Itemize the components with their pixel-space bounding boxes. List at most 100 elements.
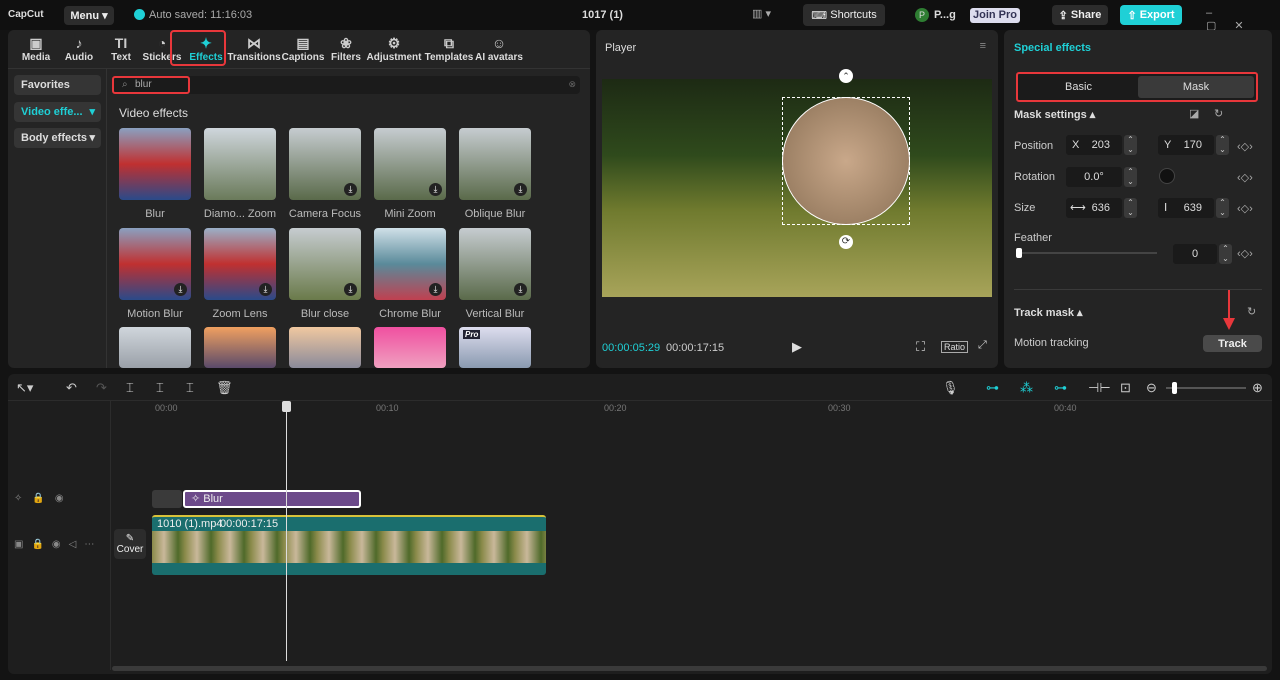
split-left-icon[interactable]: ⌶ <box>156 380 164 396</box>
effect-thumbnail[interactable]: ⤓ <box>289 128 361 200</box>
undo-icon[interactable]: ↶ <box>66 380 77 396</box>
category-favorites[interactable]: Favorites <box>14 75 101 95</box>
zoom-fit-icon[interactable]: ⊡ <box>1120 380 1131 396</box>
linkage-icon[interactable]: ⊶ <box>1054 380 1067 396</box>
rotation-field[interactable]: 0.0° <box>1066 167 1122 187</box>
tab-label: Templates <box>424 52 474 63</box>
effect-thumbnail[interactable]: ⤓ <box>459 128 531 200</box>
timeline-scrollbar[interactable] <box>112 666 1267 671</box>
playhead[interactable] <box>286 401 287 661</box>
download-icon[interactable]: ⤓ <box>259 283 272 296</box>
redo-icon[interactable]: ↷ <box>96 380 107 396</box>
effect-thumbnail[interactable] <box>374 327 446 368</box>
select-tool-icon[interactable]: ↖▾ <box>16 380 33 396</box>
reset-icon[interactable]: ↻ <box>1214 107 1223 120</box>
feather-slider[interactable] <box>1016 248 1157 258</box>
download-icon[interactable]: ⤓ <box>514 183 527 196</box>
main-track-magnet-icon[interactable]: ⊶ <box>986 380 999 396</box>
tab-basic[interactable]: Basic <box>1020 76 1137 98</box>
ratio-button[interactable]: Ratio <box>941 341 969 353</box>
clear-icon[interactable]: ⊗ <box>568 79 576 90</box>
reset-icon[interactable]: ↻ <box>1247 305 1256 318</box>
track-button[interactable]: Track <box>1203 335 1262 352</box>
category-body-effects[interactable]: Body effects ▾ <box>14 128 101 148</box>
video-preview[interactable]: ⌃ ⟳ <box>602 69 992 297</box>
feather-slider-thumb[interactable] <box>1016 248 1022 258</box>
rotation-dial[interactable] <box>1159 168 1175 184</box>
effect-thumbnail[interactable]: Pro <box>459 327 531 368</box>
x-stepper[interactable]: ⌃ ⌄ <box>1124 135 1137 155</box>
player-menu-icon[interactable]: ≡ <box>980 40 986 52</box>
effect-clip-blur[interactable]: ✧ Blur <box>183 490 361 508</box>
expand-icon[interactable]: ⤢ <box>978 339 987 352</box>
keyframe-icon[interactable]: ‹◇› <box>1237 171 1253 184</box>
rotation-stepper[interactable]: ⌃ ⌄ <box>1124 167 1137 187</box>
effect-thumbnail[interactable] <box>119 327 191 368</box>
effect-thumbnail[interactable]: ⤓ <box>459 228 531 300</box>
zoom-slider-thumb[interactable] <box>1172 382 1177 394</box>
download-icon[interactable]: ⤓ <box>514 283 527 296</box>
split-right-icon[interactable]: ⌶ <box>186 380 194 396</box>
tab-templates[interactable]: ⧉ Templates <box>421 34 477 63</box>
window-controls[interactable]: –▢✕ <box>1206 7 1280 32</box>
effect-thumbnail[interactable] <box>119 128 191 200</box>
share-button[interactable]: ⇪ Share <box>1052 5 1108 25</box>
zoom-slider[interactable] <box>1166 382 1246 394</box>
effect-thumbnail[interactable]: ⤓ <box>289 228 361 300</box>
mask-bounding-box[interactable] <box>782 97 910 225</box>
keyframe-icon[interactable]: ‹◇› <box>1237 140 1253 153</box>
height-stepper[interactable]: ⌃ ⌄ <box>1216 198 1229 218</box>
height-field[interactable]: Ⅰ 639 <box>1158 198 1214 218</box>
tab-transitions[interactable]: ⋈ Transitions <box>226 34 282 63</box>
join-pro-button[interactable]: Join Pro <box>970 8 1020 23</box>
download-icon[interactable]: ⤓ <box>174 283 187 296</box>
tab-mask[interactable]: Mask <box>1138 76 1254 98</box>
microphone-icon[interactable]: 🎙 <box>942 380 959 396</box>
download-icon[interactable]: ⤓ <box>344 183 357 196</box>
layout-icon[interactable]: ▥ ▾ <box>752 7 771 20</box>
cover-button[interactable]: ✎ Cover <box>114 529 146 559</box>
position-x-field[interactable]: X 203 <box>1066 135 1122 155</box>
effect-thumbnail[interactable]: ⤓ <box>119 228 191 300</box>
width-stepper[interactable]: ⌃ ⌄ <box>1124 198 1137 218</box>
zoom-out-icon[interactable]: ⊖ <box>1146 380 1157 396</box>
export-button[interactable]: ⇧ Export <box>1120 5 1182 25</box>
video-clip[interactable]: 1010 (1).mp4 00:00:17:15 <box>152 515 546 575</box>
effect-thumbnail[interactable]: ⤓ <box>374 128 446 200</box>
menu-button[interactable]: Menu ▾ <box>64 6 114 25</box>
feather-field[interactable]: 0 <box>1173 244 1217 264</box>
play-icon[interactable]: ▶ <box>792 339 802 355</box>
delete-icon[interactable]: 🗑 <box>216 380 233 396</box>
feather-handle-icon[interactable]: ⌃ <box>839 69 853 83</box>
width-field[interactable]: ⟷ 636 <box>1066 198 1122 218</box>
search-input[interactable]: ⌕ blur ⊗ <box>112 76 580 94</box>
auto-snap-icon[interactable]: ⁂ <box>1020 380 1033 396</box>
download-icon[interactable]: ⤓ <box>344 283 357 296</box>
effect-thumbnail[interactable] <box>204 128 276 200</box>
effect-thumbnail[interactable]: ⤓ <box>374 228 446 300</box>
effect-thumbnail[interactable] <box>204 327 276 368</box>
category-video-effects[interactable]: Video effe... ▾ <box>14 102 101 122</box>
playhead-handle[interactable] <box>282 401 291 412</box>
split-icon[interactable]: ⌶ <box>126 380 134 396</box>
effect-thumbnail[interactable]: ⤓ <box>204 228 276 300</box>
download-icon[interactable]: ⤓ <box>429 183 442 196</box>
rotate-handle-icon[interactable]: ⟳ <box>839 235 853 249</box>
position-y-field[interactable]: Y 170 <box>1158 135 1214 155</box>
keyframe-icon[interactable]: ‹◇› <box>1237 202 1253 215</box>
invert-icon[interactable]: ◪ <box>1189 107 1199 120</box>
tab-adjustment[interactable]: ⚙ Adjustment <box>366 34 422 63</box>
video-track-controls[interactable]: ▣🔒◉◁⋯ <box>14 539 102 550</box>
tab-ai-avatars[interactable]: ☺ AI avatars <box>471 34 527 63</box>
feather-stepper[interactable]: ⌃ ⌄ <box>1219 244 1232 264</box>
zoom-in-icon[interactable]: ⊕ <box>1252 380 1263 396</box>
avatar[interactable]: P <box>915 8 929 22</box>
preview-axis-icon[interactable]: ⊣⊢ <box>1088 380 1111 396</box>
y-stepper[interactable]: ⌃ ⌄ <box>1216 135 1229 155</box>
effect-track-controls[interactable]: ✧🔒◉ <box>14 493 74 504</box>
fullscreen-crop-icon[interactable]: ⛶ <box>916 339 925 355</box>
download-icon[interactable]: ⤓ <box>429 283 442 296</box>
keyframe-icon[interactable]: ‹◇› <box>1237 247 1253 260</box>
effect-thumbnail[interactable] <box>289 327 361 368</box>
shortcuts-button[interactable]: ⌨ Shortcuts <box>803 4 885 26</box>
